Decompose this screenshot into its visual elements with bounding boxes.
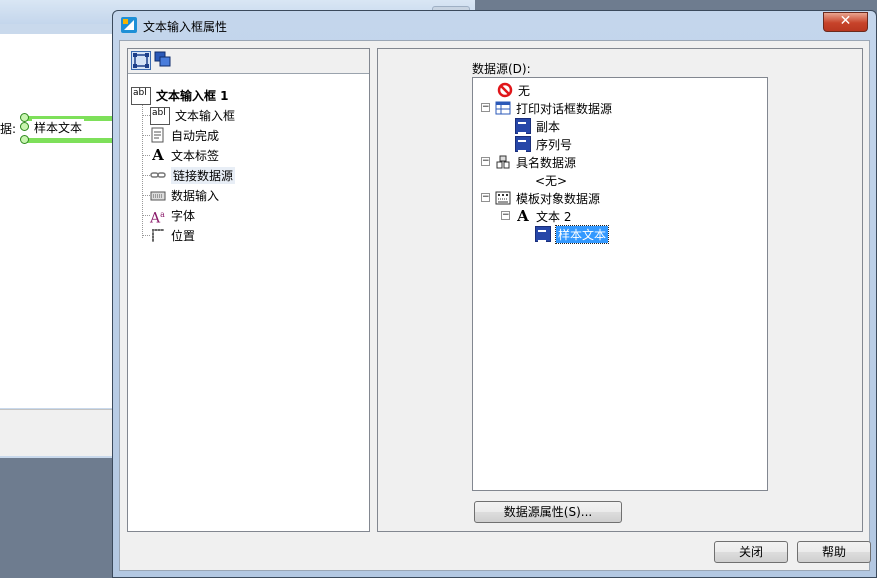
resize-handle[interactable] [20, 135, 29, 144]
field-label: 据: [0, 122, 17, 136]
tree-item-text-box[interactable]: abl 文本输入框 [150, 106, 236, 125]
tree-item-label: 自动完成 [171, 128, 220, 143]
collapse-template-toggle[interactable]: − [481, 193, 490, 202]
text-label-icon: A [517, 207, 529, 225]
ds-sample-text[interactable]: 样本文本 [535, 224, 610, 244]
tree-item-label: 数据输入 [171, 188, 220, 203]
text-box-properties-dialog: 文本输入框属性 ✕ abl 文本输入框 1 abl 文本输入框 自动完成 A 文… [112, 10, 877, 578]
data-source-panel: 数据源(D): 无 − 打印对话框数据源 副本 序列号 − 具名数据源 <无> … [377, 48, 863, 532]
sample-text-field[interactable]: 样本文本 [20, 113, 134, 144]
template-object-icon [495, 191, 511, 205]
ds-print-dialog[interactable]: 打印对话框数据源 [495, 99, 612, 117]
ds-copy[interactable]: 副本 [515, 117, 560, 135]
dialog-table-icon [495, 101, 511, 115]
tree-item-label: 文本标签 [171, 148, 220, 163]
close-window-button[interactable]: ✕ [823, 12, 868, 32]
data-field-icon [515, 136, 531, 152]
keyboard-icon [150, 191, 166, 201]
tree-root-label: 文本输入框 1 [156, 88, 229, 103]
tree-item-label: 链接数据源 [171, 166, 236, 184]
app-icon [121, 17, 137, 33]
no-entry-icon [497, 82, 513, 98]
data-field-icon [515, 118, 531, 134]
ds-named-empty[interactable]: <无> [535, 171, 567, 189]
resize-handle[interactable] [20, 122, 29, 131]
tree-item-position[interactable]: 位置 [150, 226, 195, 244]
dialog-body: abl 文本输入框 1 abl 文本输入框 自动完成 A 文本标签 链接数据源 … [119, 40, 871, 571]
property-tree-panel: abl 文本输入框 1 abl 文本输入框 自动完成 A 文本标签 链接数据源 … [127, 48, 370, 532]
tree-item-text-label[interactable]: A 文本标签 [150, 146, 219, 164]
layers-icon [154, 51, 171, 67]
tree-item-autocomplete[interactable]: 自动完成 [150, 126, 219, 144]
dialog-title: 文本输入框属性 [143, 20, 228, 34]
collapse-named-toggle[interactable]: − [481, 157, 490, 166]
text-box-icon: abl [150, 107, 170, 125]
help-button[interactable]: 帮助 [797, 541, 871, 563]
data-field-icon [535, 226, 551, 242]
font-icon: Aa [150, 210, 165, 227]
ds-named[interactable]: 具名数据源 [495, 153, 576, 171]
position-icon [152, 229, 164, 242]
tree-item-label: 位置 [171, 228, 196, 243]
text-label-icon: A [152, 146, 164, 164]
ds-serial[interactable]: 序列号 [515, 135, 572, 153]
data-source-label: 数据源(D): [472, 62, 531, 76]
tree-root-text-box-1[interactable]: abl 文本输入框 1 [131, 86, 229, 105]
data-source-tree[interactable]: 无 − 打印对话框数据源 副本 序列号 − 具名数据源 <无> − 模板对象数据… [472, 77, 768, 491]
tree-item-label: 文本输入框 [175, 108, 236, 123]
field-text: 样本文本 [32, 119, 85, 136]
tree-toolbar [128, 49, 369, 74]
autocomplete-icon [151, 127, 164, 143]
link-icon [150, 172, 166, 178]
named-source-icon [496, 155, 510, 169]
text-box-icon: abl [131, 87, 151, 105]
collapse-print-dialog-toggle[interactable]: − [481, 103, 490, 112]
tree-item-font[interactable]: Aa 字体 [150, 206, 196, 227]
tree-item-data-input[interactable]: 数据输入 [150, 186, 219, 204]
resize-handle[interactable] [20, 113, 29, 122]
data-source-properties-button[interactable]: 数据源属性(S)... [474, 501, 622, 523]
object-view-button[interactable] [131, 51, 151, 70]
close-button[interactable]: 关闭 [714, 541, 788, 563]
ds-template[interactable]: 模板对象数据源 [495, 189, 600, 207]
ds-none[interactable]: 无 [497, 81, 530, 99]
object-frame-icon [133, 53, 149, 68]
collapse-text2-toggle[interactable]: − [501, 211, 510, 220]
tree-item-link-data-source[interactable]: 链接数据源 [150, 166, 236, 184]
layers-view-button[interactable] [154, 51, 174, 70]
tree-item-label: 字体 [171, 208, 196, 223]
ds-text-2[interactable]: A 文本 2 [515, 207, 571, 225]
